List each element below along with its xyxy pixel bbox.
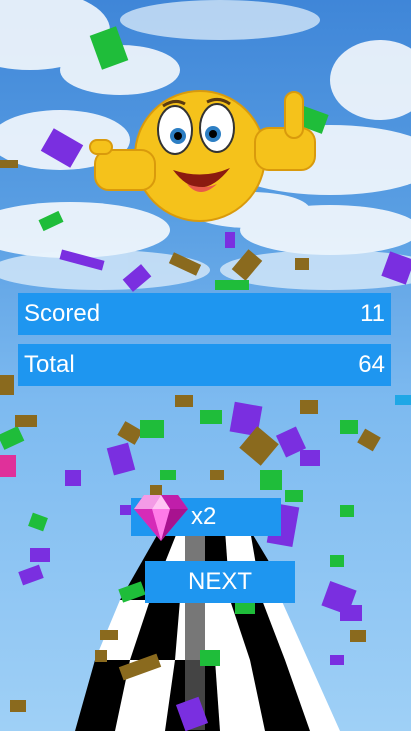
total-row: Total 64	[18, 344, 391, 386]
total-label: Total	[24, 351, 75, 378]
multiplier-label: x2	[191, 503, 217, 530]
diamond-gem-icon	[134, 495, 188, 541]
total-value: 64	[358, 351, 385, 378]
next-button[interactable]: NEXT	[145, 561, 295, 603]
game-scene: Scored 11 Total 64 x2 NEXT	[0, 0, 411, 731]
scored-label: Scored	[24, 300, 101, 327]
scored-row: Scored 11	[18, 293, 391, 335]
thumbs-up-emoji-icon	[89, 90, 316, 222]
scored-value: 11	[360, 300, 385, 327]
